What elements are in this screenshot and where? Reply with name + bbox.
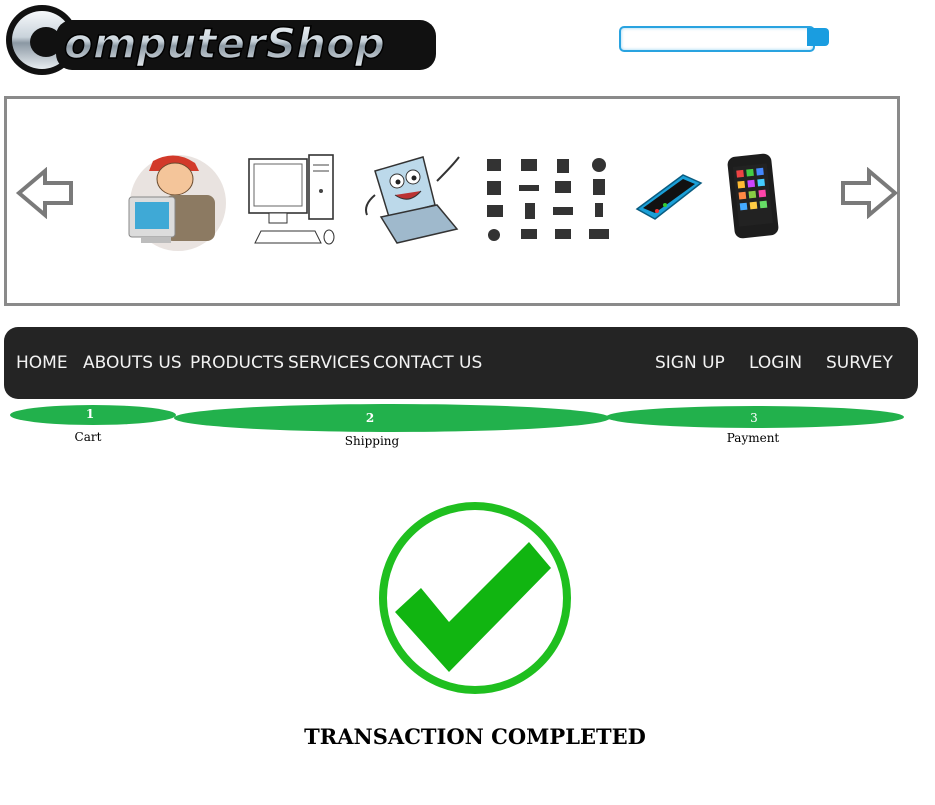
nav-home[interactable]: HOME [16,353,68,373]
smartphone-image[interactable] [633,171,705,227]
step-cart-number: 1 [85,407,95,421]
nav-survey[interactable]: SURVEY [826,353,893,373]
desktop-computer-image[interactable] [243,151,341,249]
main-navbar: HOME ABOUTS US PRODUCTS SERVICES CONTACT… [4,327,918,399]
search-box [619,26,815,52]
arrow-left-icon[interactable] [15,167,75,219]
step-shipping-label: Shipping [344,434,400,448]
nav-products[interactable]: PRODUCTS [190,353,284,373]
transaction-status-message: TRANSACTION COMPLETED [304,724,646,749]
search-input[interactable] [627,30,801,48]
nav-login[interactable]: LOGIN [749,353,802,373]
technician-computer-image[interactable] [125,151,231,251]
nav-services[interactable]: SERVICES [288,353,370,373]
computershop-logo[interactable]: omputerShop [4,2,440,78]
laptop-cartoon-image[interactable] [361,151,467,247]
arrow-right-icon[interactable] [839,167,899,219]
nav-sign-up[interactable]: SIGN UP [655,353,725,373]
hardware-icons-image[interactable] [483,157,615,245]
tablet-phone-image[interactable] [725,153,781,239]
image-carousel [4,96,900,306]
search-button[interactable] [807,28,829,46]
step-cart-label: Cart [74,430,102,444]
step-shipping-number: 2 [365,411,375,425]
success-check-icon [379,502,571,694]
svg-text:omputerShop: omputerShop [64,19,385,68]
step-payment-number: 3 [750,411,758,425]
nav-contact-us[interactable]: CONTACT US [373,353,482,373]
nav-about-us[interactable]: ABOUTS US [83,353,182,373]
step-payment-label: Payment [726,431,780,445]
